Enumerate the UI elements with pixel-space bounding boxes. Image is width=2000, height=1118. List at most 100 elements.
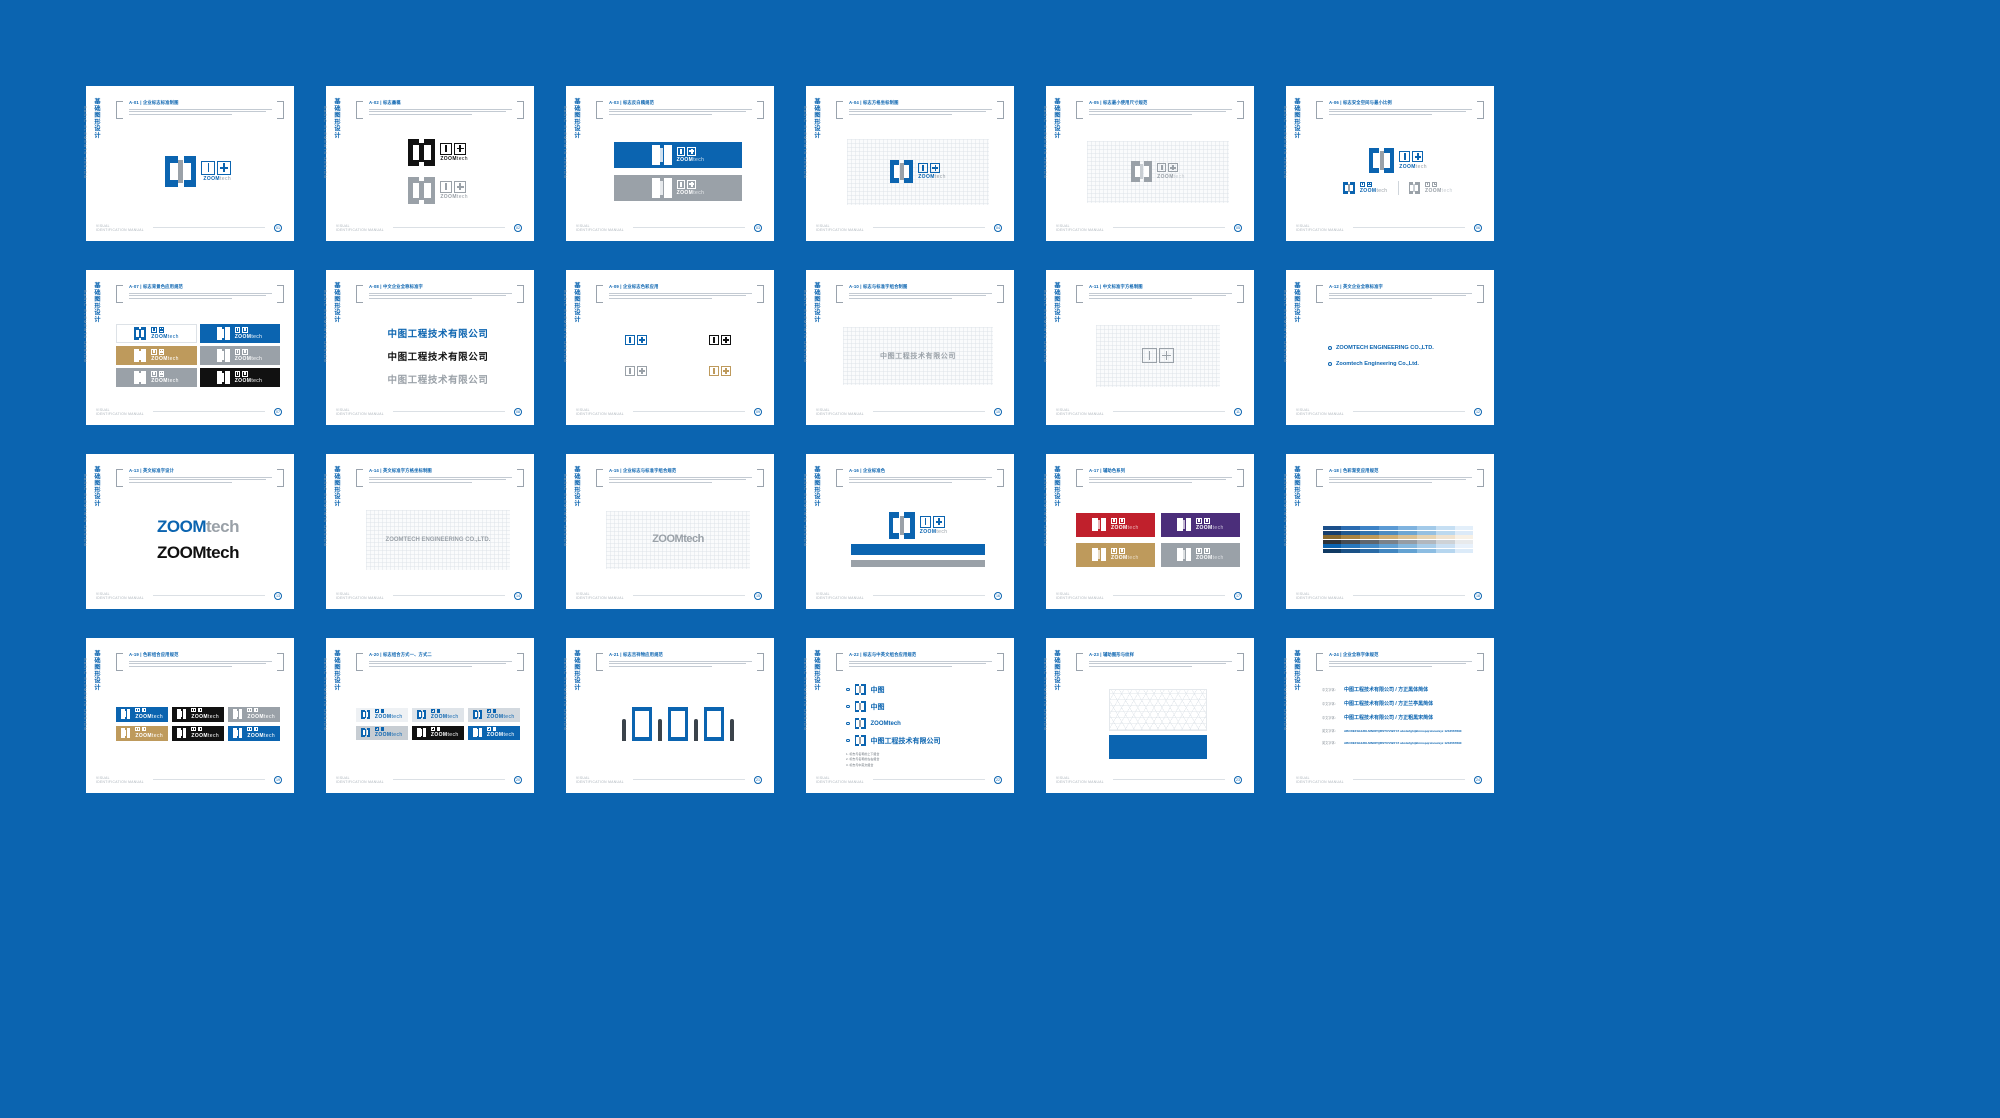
rail-title-en: BASIC ELEMENTS DESIGN xyxy=(1283,290,1289,363)
logo-tagline: ZOOMtech xyxy=(430,732,459,739)
footer-rule xyxy=(632,595,745,597)
page-card[interactable]: 基础图形设计 BASIC ELEMENTS DESIGN A-15 | 企业标志与标… xyxy=(552,454,774,609)
bracket-right-icon xyxy=(997,469,1004,487)
card-vertical-title: 基础图形设计 BASIC ELEMENTS DESIGN xyxy=(803,466,824,598)
logo-lockup: ZOOMtech xyxy=(890,159,946,184)
page-card[interactable]: 基础图形设计 BASIC ELEMENTS DESIGN A-14 | 英文标准字方… xyxy=(312,454,534,609)
footer-rule xyxy=(632,779,745,781)
card-artwork: 中文字体： 中图工程技术有限公司 / 方正黑体简体 中文字体： 中图工程技术有限公司 … xyxy=(1322,687,1462,745)
page-number: 22 xyxy=(994,775,1002,784)
logo-mark xyxy=(1343,182,1355,194)
page-card[interactable]: 基础图形设计 BASIC ELEMENTS DESIGN A-03 | 标志反白稿规… xyxy=(552,86,774,241)
footer-line-2: IDENTIFICATION MANUAL xyxy=(816,227,864,232)
page-card[interactable]: 基础图形设计 BASIC ELEMENTS DESIGN A-12 | 英文企业全称… xyxy=(1272,270,1494,425)
rail-title-cn: 基础图形设计 xyxy=(1293,282,1300,323)
card-footer: VISUAL IDENTIFICATION MANUAL 02 xyxy=(336,224,522,232)
page-card[interactable]: 基础图形设计 BASIC ELEMENTS DESIGN A-11 | 中文标准字方… xyxy=(1032,270,1254,425)
rail-title-en: BASIC ELEMENTS DESIGN xyxy=(803,290,809,363)
card-header: A-15 | 企业标志与标准字组合规范 xyxy=(609,468,752,485)
logo-mark xyxy=(1177,517,1191,532)
bracket-right-icon xyxy=(757,653,764,671)
logo-tagline: ZOOMtech xyxy=(234,334,263,340)
card-artwork: ZOOMtech xyxy=(836,126,1000,217)
card-vertical-title: 基础图形设计 BASIC ELEMENTS DESIGN xyxy=(1283,282,1304,414)
page-card[interactable]: 基础图形设计 BASIC ELEMENTS DESIGN A-16 | 企业标准色 Z… xyxy=(792,454,1014,609)
logo-mark xyxy=(120,709,131,719)
card-header: A-14 | 英文标准字方格坐标制图 xyxy=(369,468,512,485)
footer-rule xyxy=(392,227,505,229)
page-card[interactable]: 基础图形设计 BASIC ELEMENTS DESIGN A-07 | 标志背景色应… xyxy=(72,270,294,425)
logo-lockup: ZOOMtech xyxy=(120,708,163,720)
logo-lockup: ZOOMtech xyxy=(164,155,232,188)
logo-tagline: ZOOMtech xyxy=(918,174,946,181)
page-card[interactable]: 基础图形设计 BASIC ELEMENTS DESIGN A-08 | 中文企业全称… xyxy=(312,270,534,425)
logo-lockup: ZOOMtech xyxy=(133,370,179,384)
card-body-copy xyxy=(609,660,752,667)
card-vertical-title: 基础图形设计 BASIC ELEMENTS DESIGN xyxy=(1283,650,1304,782)
cn-logotype: ZOOMtech xyxy=(234,348,263,362)
logo-tagline: ZOOMtech xyxy=(1425,188,1453,195)
page-card[interactable]: 基础图形设计 BASIC ELEMENTS DESIGN A-04 | 标志方格坐标… xyxy=(792,86,1014,241)
footer-line-2: IDENTIFICATION MANUAL xyxy=(1296,595,1344,600)
logo-tagline: ZOOMtech xyxy=(151,334,179,340)
rail-title-en: BASIC ELEMENTS DESIGN xyxy=(1283,658,1289,731)
logo-lockup: ZOOMtech xyxy=(217,348,263,362)
page-number: 13 xyxy=(274,591,282,600)
card-body-copy xyxy=(849,476,992,483)
footer-line-2: IDENTIFICATION MANUAL xyxy=(1296,779,1344,784)
bracket-left-icon xyxy=(356,653,363,671)
page-card[interactable]: 基础图形设计 BASIC ELEMENTS DESIGN A-01 | 企业标志标准… xyxy=(72,86,294,241)
page-card[interactable]: 基础图形设计 BASIC ELEMENTS DESIGN A-06 | 标志安全空间… xyxy=(1272,86,1494,241)
logo-mark xyxy=(854,701,866,712)
rail-title-en: BASIC ELEMENTS DESIGN xyxy=(803,658,809,731)
logo-lockup: ZOOMtech xyxy=(133,348,179,362)
cn-logotype: ZOOMtech xyxy=(234,326,263,340)
card-heading: A-07 | 标志背景色应用规范 xyxy=(129,284,183,289)
footer-line-2: IDENTIFICATION MANUAL xyxy=(96,227,144,232)
bracket-right-icon xyxy=(997,653,1004,671)
cn-logotype: ZOOMtech xyxy=(919,516,948,535)
card-footer: VISUAL IDENTIFICATION MANUAL 05 xyxy=(1056,224,1242,232)
footer-rule xyxy=(1352,779,1465,781)
page-card[interactable]: 基础图形设计 BASIC ELEMENTS DESIGN A-05 | 标志最小使用… xyxy=(1032,86,1254,241)
cn-logotype: ZOOMtech xyxy=(1195,517,1224,531)
card-footer: VISUAL IDENTIFICATION MANUAL 24 xyxy=(1296,776,1482,784)
rail-title-cn: 基础图形设计 xyxy=(1053,282,1060,323)
rail-title-cn: 基础图形设计 xyxy=(93,466,100,507)
page-card[interactable]: 基础图形设计 BASIC ELEMENTS DESIGN A-02 | 标志墨稿 ZO… xyxy=(312,86,534,241)
page-card[interactable]: 基础图形设计 BASIC ELEMENTS DESIGN A-17 | 辅助色系列 Z… xyxy=(1032,454,1254,609)
footer-line-2: IDENTIFICATION MANUAL xyxy=(1056,595,1104,600)
page-card[interactable]: 基础图形设计 BASIC ELEMENTS DESIGN A-13 | 英文标准字设… xyxy=(72,454,294,609)
page-card[interactable]: 基础图形设计 BASIC ELEMENTS DESIGN A-21 | 标志吉祥物应… xyxy=(552,638,774,793)
page-card[interactable]: 基础图形设计 BASIC ELEMENTS DESIGN A-22 | 标志与中英文… xyxy=(792,638,1014,793)
page-card[interactable]: 基础图形设计 BASIC ELEMENTS DESIGN A-18 | 色彩渐变应用… xyxy=(1272,454,1494,609)
card-footer: VISUAL IDENTIFICATION MANUAL 14 xyxy=(336,592,522,600)
page-number: 23 xyxy=(1234,775,1242,784)
bracket-left-icon xyxy=(596,285,603,303)
card-footer: VISUAL IDENTIFICATION MANUAL 10 xyxy=(816,408,1002,416)
logo-mark xyxy=(217,349,230,362)
footer-rule xyxy=(872,227,985,229)
page-card[interactable]: 基础图形设计 BASIC ELEMENTS DESIGN A-24 | 企业全称字体… xyxy=(1272,638,1494,793)
card-header: A-06 | 标志安全空间与最小比例 xyxy=(1329,100,1472,117)
page-card[interactable]: 基础图形设计 BASIC ELEMENTS DESIGN A-10 | 标志与标准字… xyxy=(792,270,1014,425)
logo-tagline: ZOOMtech xyxy=(919,529,948,535)
page-number: 12 xyxy=(1474,407,1482,416)
rail-title-en: BASIC ELEMENTS DESIGN xyxy=(803,106,809,179)
page-number: 11 xyxy=(1234,407,1242,416)
page-card[interactable]: 基础图形设计 BASIC ELEMENTS DESIGN A-20 | 标志组合方式… xyxy=(312,638,534,793)
card-header: A-12 | 英文企业全称标准字 xyxy=(1329,284,1472,301)
page-card[interactable]: 基础图形设计 BASIC ELEMENTS DESIGN A-09 | 企业标志色彩… xyxy=(552,270,774,425)
card-artwork xyxy=(596,678,760,769)
bracket-left-icon xyxy=(116,469,123,487)
card-body-copy xyxy=(1329,108,1472,115)
page-card[interactable]: 基础图形设计 BASIC ELEMENTS DESIGN A-23 | 辅助图形与纹… xyxy=(1032,638,1254,793)
logo-tagline: ZOOMtech xyxy=(234,378,263,384)
card-vertical-title: 基础图形设计 BASIC ELEMENTS DESIGN xyxy=(323,466,344,598)
page-card[interactable]: 基础图形设计 BASIC ELEMENTS DESIGN A-19 | 色彩组合应用… xyxy=(72,638,294,793)
logo-tagline: ZOOMtech xyxy=(247,732,276,739)
cn-logotype: ZOOMtech xyxy=(1425,181,1453,195)
card-header: A-18 | 色彩渐变应用规范 xyxy=(1329,468,1472,485)
cn-logotype: ZOOMtech xyxy=(374,726,403,738)
footer-rule xyxy=(152,411,265,413)
